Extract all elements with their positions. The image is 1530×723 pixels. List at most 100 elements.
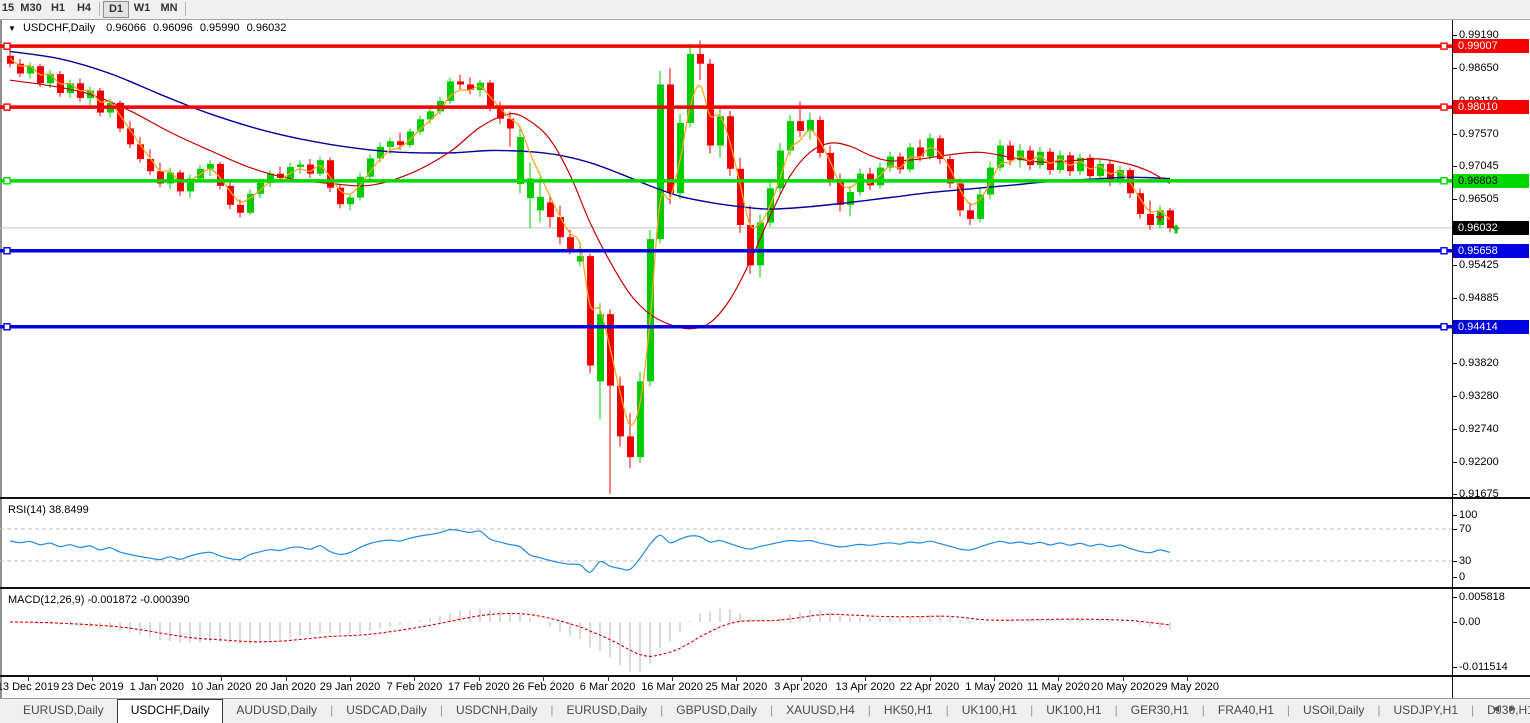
tab-audusd-daily[interactable]: AUDUSD,Daily [223, 699, 330, 723]
rsi-axis-tick [1452, 561, 1457, 562]
candle [597, 314, 604, 382]
tab-hk50-h1[interactable]: HK50,H1 [871, 699, 946, 723]
tab-usdchf-daily[interactable]: USDCHF,Daily [116, 699, 224, 723]
candle [27, 66, 34, 74]
date-label: 25 Mar 2020 [705, 681, 768, 693]
price-axis-label: 0.92200 [1459, 456, 1499, 469]
candle [517, 137, 524, 185]
rsi-axis-label: 30 [1459, 555, 1472, 567]
candle [967, 210, 974, 219]
macd-axis-label: 0.00 [1459, 616, 1481, 628]
date-label: 26 Feb 2020 [512, 681, 575, 693]
tab-usdcad-daily[interactable]: USDCAD,Daily [333, 699, 440, 723]
rsi-indicator-label: RSI(14) 38.8499 [8, 504, 89, 516]
timeframe-button-d1[interactable]: D1 [103, 1, 129, 18]
line-handle[interactable] [1440, 103, 1448, 111]
candle [237, 204, 244, 213]
tab-usdjpy-h1[interactable]: USDJPY,H1 [1381, 699, 1471, 723]
main-chart-pane[interactable] [0, 20, 1452, 497]
timeframe-button-m15[interactable]: 15 [0, 1, 16, 16]
pane-divider [0, 675, 1530, 677]
line-handle[interactable] [1440, 247, 1448, 255]
tab-eurusd-daily[interactable]: EURUSD,Daily [553, 699, 660, 723]
candle [1097, 163, 1104, 177]
timeframe-button-h1[interactable]: H1 [46, 1, 70, 16]
collapse-triangle-icon[interactable]: ▼ [8, 24, 16, 33]
tab-uk100-h1[interactable]: UK100,H1 [949, 699, 1030, 723]
tab-usdcnh-daily[interactable]: USDCNH,Daily [443, 699, 550, 723]
price-axis-tick [1452, 396, 1457, 398]
rsi-axis-tick [1452, 515, 1457, 516]
candle [147, 159, 154, 172]
candle [627, 436, 634, 458]
line-handle[interactable] [3, 323, 11, 331]
tab-scroll-left-icon[interactable]: ◄ [1490, 703, 1507, 715]
rsi-axis-tick [1452, 577, 1457, 578]
price-axis-tick [1452, 297, 1457, 299]
rsi-line [9, 529, 1171, 573]
price-axis-tick [1452, 35, 1457, 36]
price-axis-tick [1452, 265, 1457, 266]
macd-axis-label: -0.011514 [1459, 661, 1508, 674]
symbol-tab-bar: EURUSD,Daily USDCHF,Daily AUDUSD,Daily | USD… [0, 698, 1530, 723]
timeframe-button-mn[interactable]: MN [156, 1, 182, 16]
candle [1147, 213, 1154, 225]
candle [137, 144, 144, 160]
price-axis-label: 0.92740 [1459, 423, 1499, 436]
price-axis-label: 0.91675 [1459, 488, 1499, 501]
price-axis-label: 0.95425 [1459, 259, 1499, 271]
price-axis-label: 0.93820 [1459, 357, 1499, 370]
candle [587, 256, 594, 366]
timeframe-button-w1[interactable]: W1 [130, 1, 154, 16]
toolbar-separator [99, 2, 100, 16]
line-handle[interactable] [3, 42, 11, 50]
candle [457, 81, 464, 85]
macd-pane[interactable] [0, 589, 1452, 675]
date-label: 6 Mar 2020 [579, 681, 636, 693]
toolbar-separator [185, 2, 186, 16]
tab-scroll-arrows[interactable]: ◄► [1490, 703, 1524, 715]
rsi-axis-tick [1452, 529, 1457, 530]
rsi-axis-label: 0 [1459, 571, 1466, 583]
date-label: 29 May 2020 [1155, 681, 1219, 693]
date-label: 29 Jan 2020 [319, 681, 381, 693]
timeframe-button-m30[interactable]: M30 [17, 1, 45, 16]
price-axis-label: 0.97570 [1459, 127, 1499, 140]
line-handle[interactable] [1440, 42, 1448, 50]
date-label: 3 Apr 2020 [774, 681, 828, 693]
rsi-axis-label: 70 [1459, 523, 1472, 535]
price-axis-tick [1452, 363, 1457, 365]
ohlc-low: 0.95990 [199, 22, 240, 34]
candle [1067, 155, 1074, 172]
tab-usoil-daily[interactable]: USOil,Daily [1290, 699, 1377, 723]
line-handle[interactable] [1440, 177, 1448, 185]
rsi-axis-label: 100 [1459, 509, 1478, 521]
macd-indicator-label: MACD(12,26,9) -0.001872 -0.000390 [8, 594, 190, 606]
tab-scroll-right-icon[interactable]: ► [1507, 703, 1524, 715]
line-handle[interactable] [1440, 323, 1448, 331]
tab-fra40-h1[interactable]: FRA40,H1 [1205, 699, 1287, 723]
line-handle[interactable] [3, 247, 11, 255]
symbol-tabs: EURUSD,Daily USDCHF,Daily AUDUSD,Daily | USD… [10, 699, 1530, 723]
date-label: 20 Jan 2020 [255, 681, 316, 693]
timeframe-toolbar: 15 M30 H1 H4 D1 W1 MN [0, 0, 1530, 20]
line-handle[interactable] [3, 103, 11, 111]
price-axis-label: 0.98650 [1459, 61, 1499, 74]
macd-axis-tick [1452, 596, 1457, 598]
candle [1047, 151, 1054, 171]
price-level-badge: 0.96803 [1453, 173, 1529, 188]
date-label: 10 Jan 2020 [190, 681, 252, 693]
tab-eurusd-daily[interactable]: EURUSD,Daily [10, 699, 117, 723]
tab-ger30-h1[interactable]: GER30,H1 [1118, 699, 1202, 723]
tab-xauusd-h4[interactable]: XAUUSD,H4 [773, 699, 868, 723]
candle [1057, 155, 1064, 171]
price-axis-tick [1452, 166, 1457, 168]
timeframe-button-h4[interactable]: H4 [72, 1, 96, 16]
rsi-pane[interactable] [0, 499, 1452, 587]
date-label: 17 Feb 2020 [447, 681, 510, 693]
tab-gbpusd-daily[interactable]: GBPUSD,Daily [663, 699, 770, 723]
candle [637, 381, 644, 458]
price-level-badge: 0.99007 [1453, 39, 1529, 54]
line-handle[interactable] [3, 177, 11, 185]
tab-uk100-h1[interactable]: UK100,H1 [1033, 699, 1114, 723]
